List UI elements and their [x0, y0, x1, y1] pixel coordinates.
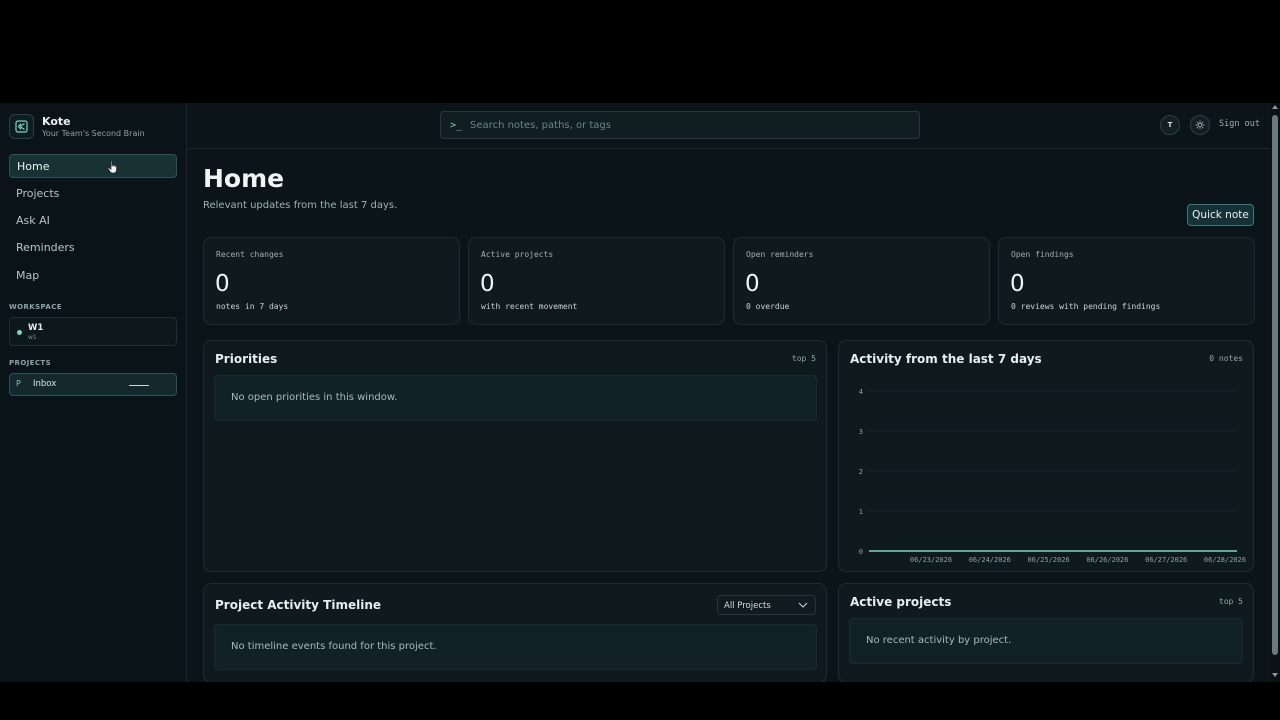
workspace-section-label: WORKSPACE [9, 303, 62, 311]
stat-subtext: notes in 7 days [216, 302, 289, 311]
stat-card-open-findings: Open findings 0 0 reviews with pending f… [998, 237, 1255, 325]
nav-item-projects[interactable]: Projects [9, 181, 177, 205]
stat-value: 0 [215, 271, 230, 297]
project-item-inbox[interactable]: P Inbox [9, 373, 177, 396]
panel-title: Project Activity Timeline [215, 598, 382, 612]
project-indicator-line [129, 385, 149, 386]
x-tick-label: 06/25/2026 [1028, 556, 1070, 564]
panel-title: Active projects [850, 595, 952, 609]
stat-label: Open findings [1011, 250, 1074, 259]
nav-item-reminders[interactable]: Reminders [9, 236, 177, 260]
workspace-name: W1 [28, 323, 44, 333]
page-title: Home [203, 164, 285, 193]
nav-item-map[interactable]: Map [9, 263, 177, 287]
workspace-status-dot [17, 330, 22, 335]
nav-item-label: Reminders [16, 241, 75, 255]
page-subtitle: Relevant updates from the last 7 days. [203, 200, 398, 211]
brand-tagline: Your Team's Second Brain [42, 128, 145, 138]
empty-message: No open priorities in this window. [231, 392, 398, 403]
project-name: Inbox [33, 379, 57, 389]
panel-tag: top 5 [1218, 597, 1243, 606]
stat-label: Active projects [481, 250, 554, 259]
panel-tag: 0 notes [1209, 354, 1243, 363]
search-placeholder: Search notes, paths, or tags [470, 119, 611, 131]
sidebar: Kote Your Team's Second Brain Home Proje… [0, 103, 187, 682]
app-window: Kote Your Team's Second Brain Home Proje… [0, 103, 1280, 682]
sun-icon [1195, 120, 1205, 130]
kote-logo-icon [9, 114, 34, 139]
stat-value: 0 [745, 271, 760, 297]
nav-item-label: Home [17, 159, 50, 173]
theme-toggle-button[interactable] [1190, 115, 1210, 135]
select-value: All Projects [724, 601, 771, 611]
stat-subtext: 0 reviews with pending findings [1011, 302, 1161, 311]
project-filter-select[interactable]: All Projects [717, 595, 816, 615]
y-tick-label: 4 [859, 388, 863, 396]
activity-chart-panel: Activity from the last 7 days 0 notes 0 1… [838, 340, 1254, 572]
activity-line-chart: 0 1 2 3 4 06/23/2026 06/24/2026 06/25/2026 06/26… [859, 388, 1246, 564]
priorities-panel: Priorities top 5 No open priorities in t… [203, 340, 827, 572]
search-input[interactable]: >_ Search notes, paths, or tags [440, 111, 920, 139]
project-letter-icon: P [16, 379, 21, 388]
active-projects-empty-state: No recent activity by project. [849, 618, 1243, 664]
x-tick-label: 06/26/2026 [1086, 556, 1128, 564]
x-tick-label: 06/23/2026 [910, 556, 952, 564]
y-tick-label: 1 [859, 508, 863, 516]
quick-note-button[interactable]: Quick note [1187, 204, 1254, 226]
x-tick-label: 06/28/2026 [1204, 556, 1246, 564]
brand-name: Kote [42, 114, 71, 128]
stat-value: 0 [480, 271, 495, 297]
panel-tag: top 5 [791, 354, 816, 363]
main-nav: Home Projects Ask AI Reminders Map [9, 154, 177, 290]
stat-card-recent-changes: Recent changes 0 notes in 7 days [203, 237, 460, 325]
scroll-thumb[interactable] [1272, 115, 1278, 655]
sign-out-button[interactable]: Sign out [1219, 119, 1260, 129]
chevron-down-icon [798, 602, 808, 608]
stat-label: Recent changes [216, 250, 284, 259]
scroll-up-arrow-icon[interactable] [1272, 105, 1278, 109]
nav-item-label: Projects [16, 186, 60, 200]
page-scrollbar[interactable] [1270, 103, 1280, 682]
stat-card-open-reminders: Open reminders 0 0 overdue [733, 237, 990, 325]
y-tick-label: 3 [859, 428, 863, 436]
stat-subtext: 0 overdue [746, 302, 790, 311]
terminal-prompt-icon: >_ [450, 119, 463, 131]
y-tick-label: 0 [859, 548, 863, 556]
empty-message: No recent activity by project. [866, 635, 1012, 646]
panel-title: Priorities [215, 352, 278, 366]
projects-section-label: PROJECTS [9, 359, 52, 367]
nav-item-home[interactable]: Home [9, 154, 177, 178]
brand[interactable]: Kote Your Team's Second Brain [9, 114, 145, 139]
project-timeline-panel: Project Activity Timeline All Projects N… [203, 583, 827, 682]
x-tick-label: 06/24/2026 [969, 556, 1011, 564]
nav-item-ask-ai[interactable]: Ask AI [9, 209, 177, 233]
topbar: >_ Search notes, paths, or tags T Sign o… [188, 103, 1270, 149]
active-projects-panel: Active projects top 5 No recent activity… [838, 583, 1254, 682]
user-avatar[interactable]: T [1160, 115, 1180, 135]
workspace-slug: w1 [28, 334, 37, 341]
x-tick-label: 06/27/2026 [1145, 556, 1187, 564]
scroll-down-arrow-icon[interactable] [1272, 673, 1278, 677]
stat-subtext: with recent movement [481, 302, 578, 311]
nav-item-label: Map [16, 268, 40, 282]
empty-message: No timeline events found for this projec… [231, 641, 437, 652]
panel-title: Activity from the last 7 days [850, 352, 1042, 366]
nav-item-label: Ask AI [16, 214, 50, 228]
stat-label: Open reminders [746, 250, 814, 259]
workspace-card[interactable]: W1 w1 [9, 317, 177, 346]
priorities-empty-state: No open priorities in this window. [214, 375, 817, 421]
stat-value: 0 [1010, 271, 1025, 297]
timeline-empty-state: No timeline events found for this projec… [214, 624, 817, 670]
y-tick-label: 2 [859, 468, 863, 476]
pointer-cursor-icon [107, 160, 117, 174]
main-content: Home Relevant updates from the last 7 da… [188, 150, 1270, 682]
stat-card-active-projects: Active projects 0 with recent movement [468, 237, 725, 325]
